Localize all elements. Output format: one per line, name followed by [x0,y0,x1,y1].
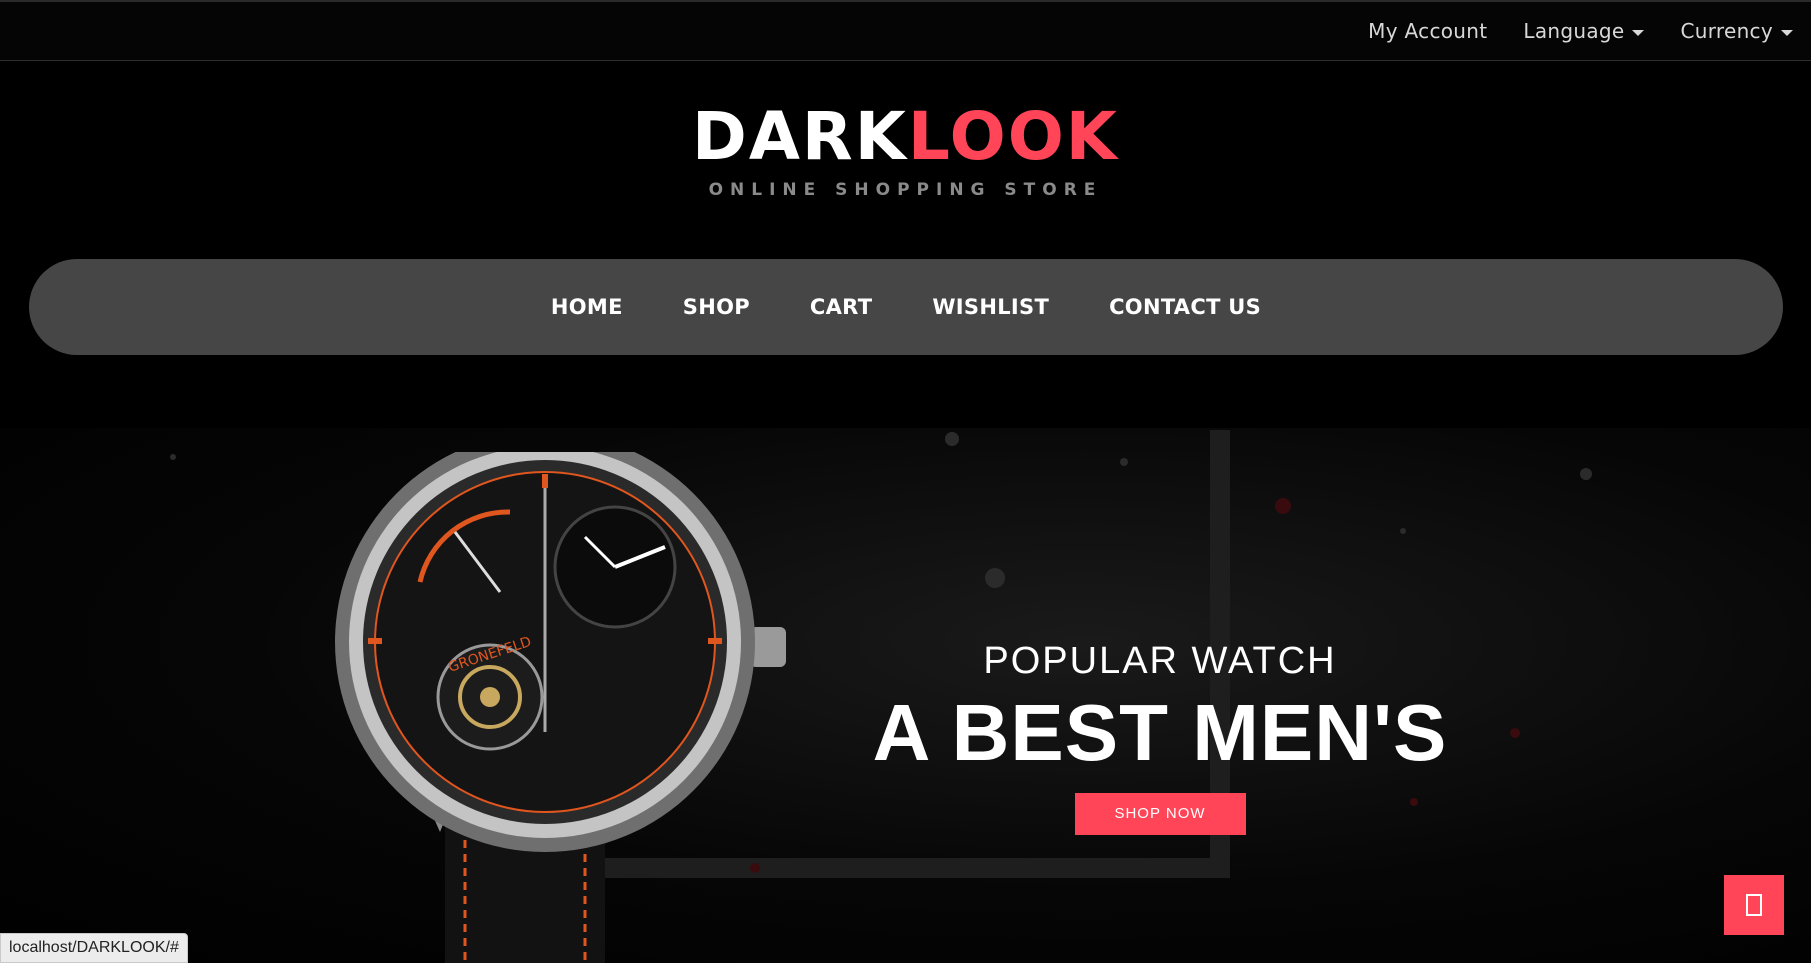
nav-item-cart[interactable]: CART [780,295,902,319]
page: My Account Language Currency DARKLOOK ON… [0,0,1811,963]
bookmark-icon [1746,894,1762,916]
speck-decoration [1580,468,1592,480]
currency-dropdown[interactable]: Currency [1680,19,1793,43]
main-nav: HOME SHOP CART WISHLIST CONTACT US [29,259,1783,355]
watch-image: GRONEFELD [335,452,786,963]
speck-decoration [170,454,176,460]
speck-decoration [945,432,959,446]
my-account-label: My Account [1368,19,1488,43]
status-bar-url: localhost/DARKLOOK/# [0,933,188,963]
nav-item-wishlist[interactable]: WISHLIST [902,295,1079,319]
shop-now-button[interactable]: SHOP NOW [1074,793,1246,835]
top-links: My Account Language Currency [1368,19,1793,43]
speck-decoration [985,568,1005,588]
speck-decoration [1510,728,1520,738]
hero-subtitle: POPULAR WATCH [983,640,1337,682]
speck-decoration [1120,458,1128,466]
logo-wordmark: DARKLOOK [0,104,1811,170]
speck-decoration [1400,528,1406,534]
nav-item-shop[interactable]: SHOP [653,295,780,319]
top-bar: My Account Language Currency [0,0,1811,61]
speck-decoration [1275,498,1291,514]
language-label: Language [1523,19,1625,43]
caret-down-icon [1781,29,1793,36]
caret-down-icon [1632,29,1645,36]
hero-text: POPULAR WATCH A BEST MEN'S SHOP NOW [860,640,1460,835]
logo-word-look: LOOK [907,98,1119,175]
nav-item-contact-us[interactable]: CONTACT US [1079,295,1291,319]
currency-label: Currency [1680,19,1773,43]
hero-banner: GRONEFELD POPULAR WATCH A BEST MEN'S SHO… [0,428,1811,963]
my-account-link[interactable]: My Account [1368,19,1487,43]
floating-action-button[interactable] [1724,875,1784,935]
nav-item-home[interactable]: HOME [521,295,653,319]
logo-tagline: ONLINE SHOPPING STORE [708,180,1103,200]
hero-title: A BEST MEN'S [872,688,1448,777]
language-dropdown[interactable]: Language [1523,19,1645,43]
logo-word-dark: DARK [692,98,908,175]
site-logo[interactable]: DARKLOOK ONLINE SHOPPING STORE [0,104,1811,201]
